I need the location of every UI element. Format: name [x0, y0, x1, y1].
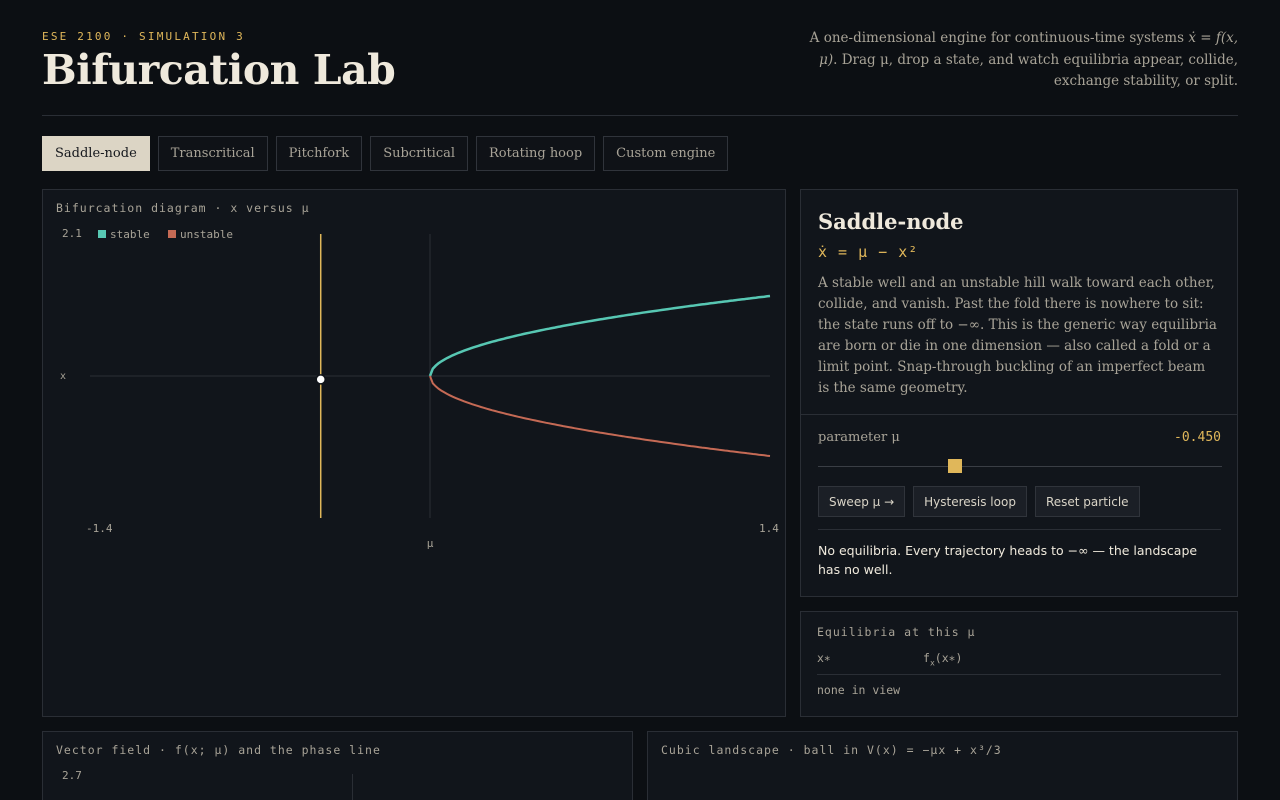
intro-post: . Drag μ, drop a state, and watch equili…: [833, 51, 1238, 90]
landscape-panel: Cubic landscape · ball in V(x) = −μx + x…: [647, 731, 1238, 800]
system-equation: ẋ = μ − x²: [818, 243, 919, 261]
system-tabs: Saddle-node Transcritical Pitchfork Subc…: [42, 136, 729, 171]
x-min-label: -1.4: [86, 522, 113, 535]
intro-text: A one-dimensional engine for continuous-…: [798, 28, 1238, 93]
vector-y-axis: [352, 774, 353, 800]
control-buttons: Sweep μ → Hysteresis loop Reset particle: [818, 486, 1140, 517]
legend-stable-label: stable: [110, 228, 150, 241]
status-message: No equilibria. Every trajectory heads to…: [818, 543, 1198, 577]
tab-custom-engine[interactable]: Custom engine: [603, 136, 729, 171]
bifurcation-plot[interactable]: 2.1 stable unstable x -1.4 1.4 μ: [43, 190, 787, 718]
course-kicker: ESE 2100 · SIMULATION 3: [42, 30, 245, 43]
hysteresis-loop-button[interactable]: Hysteresis loop: [913, 486, 1027, 517]
state-particle[interactable]: [315, 374, 326, 385]
derivative-tail: (x∗): [934, 651, 963, 665]
status-divider: [818, 529, 1221, 530]
tab-pitchfork[interactable]: Pitchfork: [275, 136, 363, 171]
parameter-slider-track[interactable]: [818, 466, 1222, 467]
page-title: Bifurcation Lab: [42, 46, 396, 94]
equilibria-col-x: x∗: [817, 651, 831, 665]
tab-subcritical[interactable]: Subcritical: [370, 136, 469, 171]
stable-branch: [428, 294, 771, 377]
system-description: A stable well and an unstable hill walk …: [818, 275, 1217, 396]
x-max-label: 1.4: [759, 522, 779, 535]
equilibria-empty: none in view: [817, 683, 901, 697]
legend-unstable-label: unstable: [180, 228, 233, 241]
system-info-panel: Saddle-node ẋ = μ − x² A stable well and…: [800, 189, 1238, 597]
bifurcation-diagram-panel: Bifurcation diagram · x versus μ 2.1 sta…: [42, 189, 786, 717]
tab-saddle-node[interactable]: Saddle-node: [42, 136, 150, 171]
legend-unstable-swatch: [168, 230, 176, 238]
vector-field-panel: Vector field · f(x; μ) and the phase lin…: [42, 731, 633, 800]
sweep-mu-button[interactable]: Sweep μ →: [818, 486, 906, 517]
derivative-f: f: [923, 651, 930, 665]
reset-particle-button[interactable]: Reset particle: [1034, 486, 1140, 517]
parameter-slider-thumb[interactable]: [948, 459, 963, 473]
parameter-label: parameter μ: [818, 430, 900, 445]
intro-pre: A one-dimensional engine for continuous-…: [809, 30, 1189, 46]
parameter-value: -0.450: [1174, 430, 1221, 445]
equilibria-divider: [817, 674, 1221, 675]
unstable-branch: [429, 375, 771, 457]
x-axis-label: μ: [427, 537, 434, 550]
info-divider: [801, 414, 1237, 415]
system-name: Saddle-node: [818, 209, 964, 234]
vector-y-max-label: 2.7: [62, 769, 82, 782]
equilibria-col-derivative: fx(x∗): [923, 651, 962, 667]
vector-field-title: Vector field · f(x; μ) and the phase lin…: [56, 743, 381, 757]
legend-stable-swatch: [98, 230, 106, 238]
y-max-label: 2.1: [62, 227, 82, 240]
landscape-title: Cubic landscape · ball in V(x) = −μx + x…: [661, 743, 1002, 757]
equilibria-title: Equilibria at this μ: [817, 625, 976, 639]
y-axis-label: x: [60, 371, 66, 382]
tab-transcritical[interactable]: Transcritical: [157, 136, 268, 171]
tab-rotating-hoop[interactable]: Rotating hoop: [476, 136, 596, 171]
equilibria-panel: Equilibria at this μ x∗ fx(x∗) none in v…: [800, 611, 1238, 717]
header-divider: [42, 115, 1238, 116]
